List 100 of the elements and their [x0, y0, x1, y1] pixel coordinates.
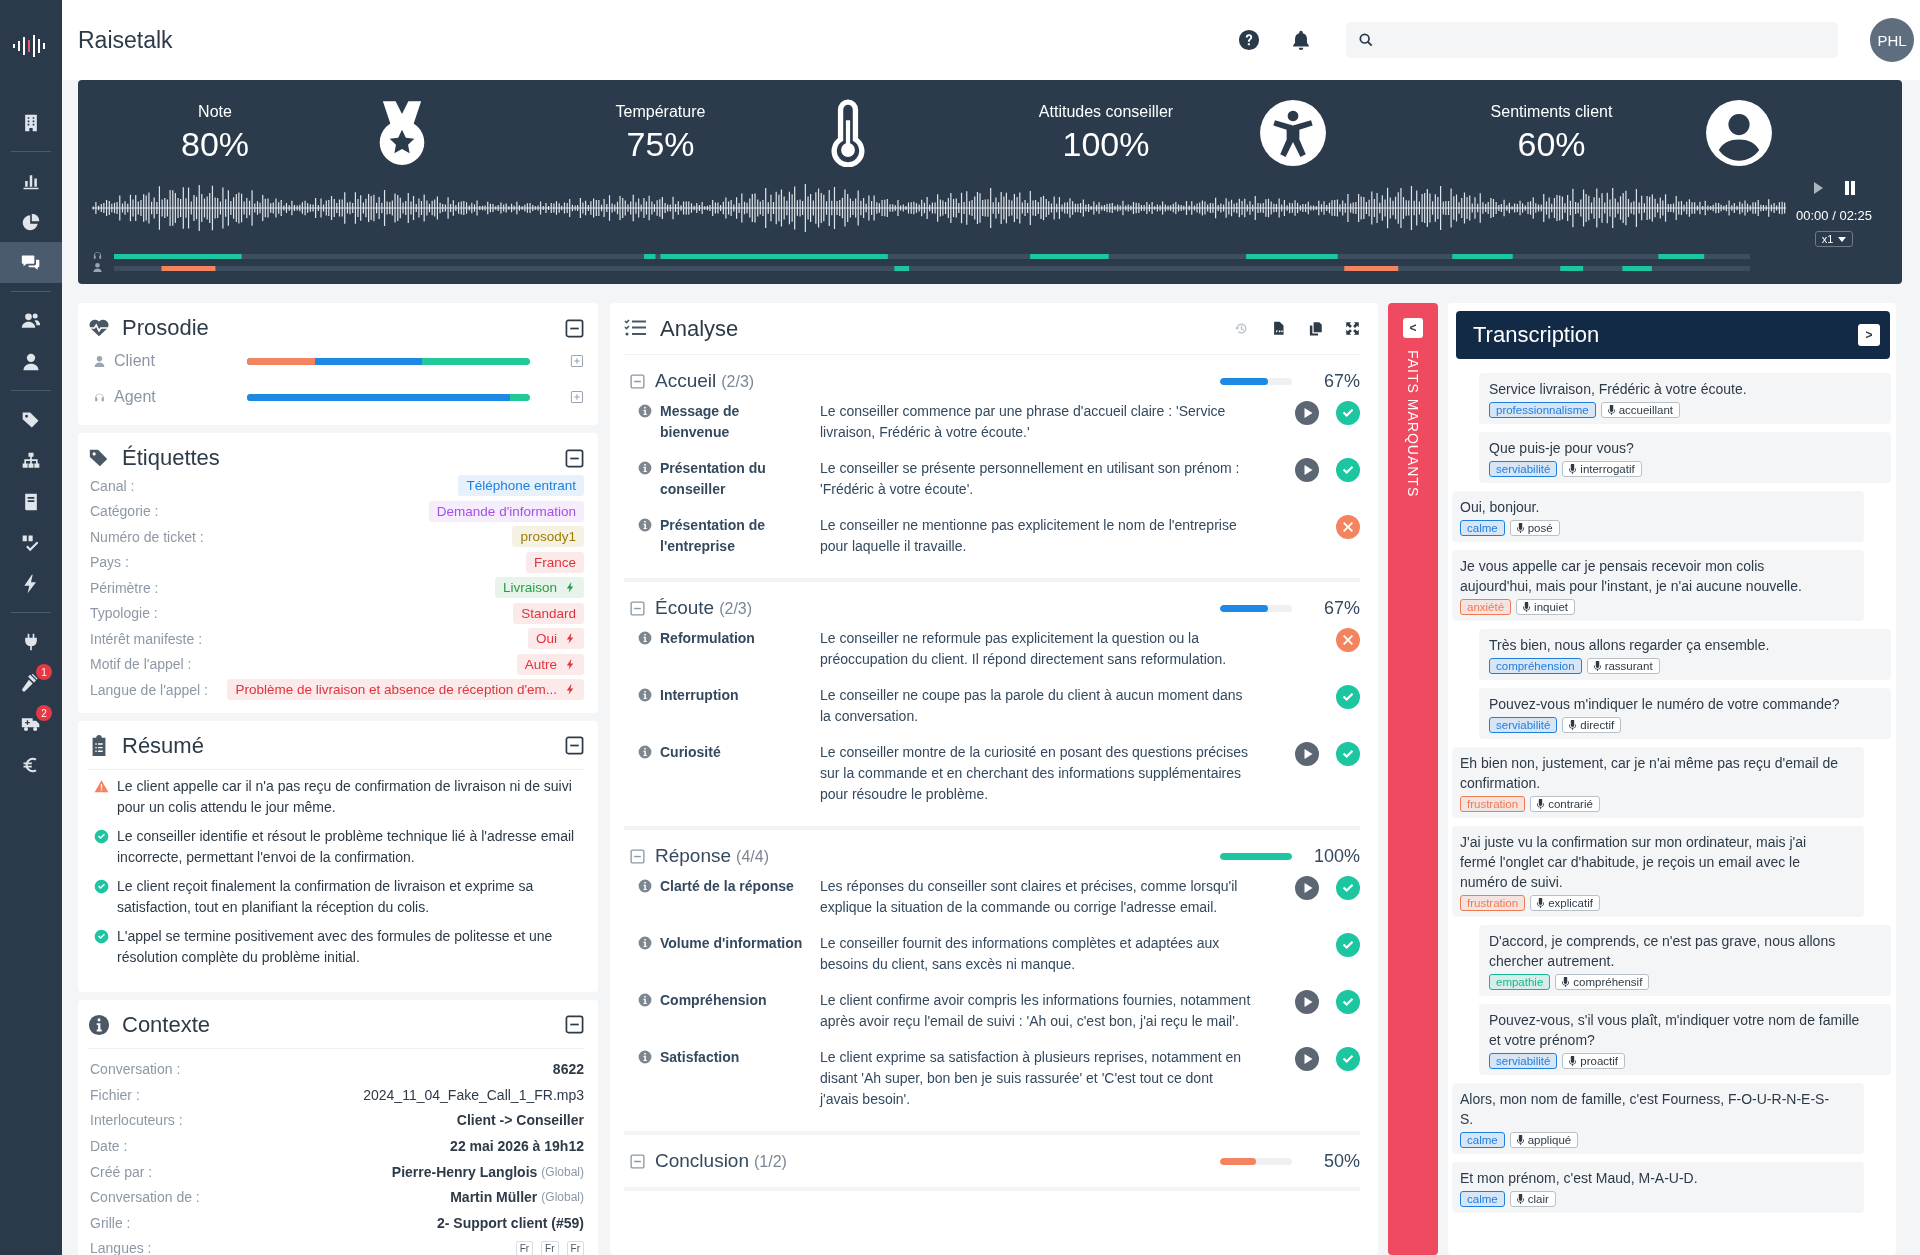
section-percent: 67% [1322, 597, 1360, 619]
message-text: Eh bien non, justement, car je n'ai même pas reçu d'email de confirmation. [1460, 754, 1840, 793]
highlights-label: FAITS MARQUANTS [1405, 350, 1421, 498]
collapse-icon[interactable] [565, 736, 584, 755]
section-title: Réponse [655, 845, 732, 866]
field-label: Date : [90, 1138, 128, 1155]
play-button-icon[interactable] [1295, 876, 1319, 900]
pie-chart-icon [21, 211, 41, 232]
speaker-label: Client [114, 352, 155, 370]
copy-icon[interactable] [1308, 321, 1323, 336]
criterion-description: Le conseiller fournit des informations complètes et adaptées aux besoins du client, sans excès ni manque. [820, 934, 1221, 974]
info-icon[interactable] [638, 631, 652, 645]
play-button-icon[interactable] [1295, 990, 1319, 1014]
criterion-name: Présentation de l'entreprise [660, 516, 767, 556]
message-text: Oui, bonjour. [1460, 498, 1541, 517]
info-icon[interactable] [638, 688, 652, 702]
message-text: Et mon prénom, c'est Maud, M-A-U-D. [1460, 1169, 1699, 1188]
section-title: Conclusion [655, 1150, 749, 1171]
notification-badge: 2 [36, 705, 52, 721]
collapse-icon[interactable] [565, 1015, 584, 1034]
field-value: 22 mai 2026 à 19h12 [450, 1138, 584, 1155]
criterion-name: Clarté de la réponse [660, 877, 794, 896]
field-label: Pays : [90, 554, 129, 571]
info-icon[interactable] [638, 936, 652, 950]
speed-dropdown[interactable]: x1 [1814, 231, 1854, 247]
summary-text: Le client appelle car il n'a pas reçu de confirmation de livraison ni de suivi pour un colis attendu le jour même. [117, 776, 573, 817]
collapse-button[interactable]: < [1403, 318, 1423, 338]
play-button-icon[interactable] [1295, 401, 1319, 425]
section-percent: 67% [1322, 370, 1360, 392]
message-text: Service livraison, Frédéric à votre écoute. [1489, 380, 1748, 399]
pdf-file-icon[interactable] [1271, 321, 1286, 336]
highlights-panel[interactable]: < FAITS MARQUANTS [1388, 303, 1438, 1255]
tag-chip: Téléphone entrant [458, 475, 584, 497]
tag-chip: France [525, 551, 584, 573]
microphone-icon [1535, 897, 1547, 909]
search-field[interactable] [1346, 22, 1838, 58]
tag-chip: Oui [528, 628, 584, 650]
help-icon[interactable] [1238, 29, 1260, 51]
tag-chip: Demande d'information [428, 500, 584, 522]
card-title: Étiquettes [122, 445, 220, 471]
emotion-tag: serviabilité [1489, 461, 1558, 477]
field-label: Conversation de : [90, 1189, 200, 1206]
expand-button[interactable]: > [1858, 324, 1880, 346]
info-icon[interactable] [638, 461, 652, 475]
play-button-icon[interactable] [1295, 1047, 1319, 1071]
card-title: Prosodie [122, 315, 209, 341]
tag-chip: prosody1 [512, 526, 584, 548]
emotion-tag: empathie [1489, 974, 1551, 990]
card-title: Transcription [1473, 322, 1600, 348]
user-avatar[interactable]: PHL [1870, 18, 1914, 62]
playback-time: 00:00 / 02:25 [1796, 208, 1872, 223]
section-score: (2/3) [721, 373, 755, 390]
section-percent: 100% [1312, 845, 1360, 867]
stat-label: Température [614, 102, 707, 121]
play-button-icon[interactable] [1295, 458, 1319, 482]
caret-icon [1838, 236, 1847, 242]
info-icon[interactable] [638, 993, 652, 1007]
criterion-description: Le client exprime sa satisfaction à plusieurs reprises, notamment en disant 'Ah super, bon ben je suis rassurée' et 'C'est tout ce dont j'avais besoin'. [820, 1048, 1242, 1109]
language-badge: Fr [566, 1240, 584, 1255]
tone-tag: appliqué [1509, 1132, 1579, 1148]
user-icon [93, 354, 106, 368]
microphone-icon [1591, 660, 1603, 672]
language-badge: Fr [541, 1240, 559, 1255]
emotion-tag: frustration [1460, 796, 1526, 812]
emotion-tag: calme [1460, 1191, 1505, 1207]
criterion-description: Les réponses du conseiller sont claires et précises, comme lorsqu'il explique la situation de la commande ou corrige l'adresse email. [820, 877, 1239, 917]
info-icon[interactable] [638, 745, 652, 759]
bell-icon[interactable] [1290, 29, 1312, 51]
expand-arrows-icon[interactable] [1345, 321, 1360, 336]
play-button-icon[interactable] [1295, 742, 1319, 766]
sitemap-icon [21, 450, 41, 471]
summary-text: Le client reçoit finalement la confirmation de livraison et exprime sa satisfaction, tout en planifiant la réception du colis. [117, 876, 535, 917]
sidebar-item[interactable] [0, 242, 62, 283]
heartbeat-icon [88, 317, 110, 339]
microphone-icon [1514, 522, 1526, 534]
card-title: Contexte [122, 1011, 211, 1038]
collapse-icon[interactable] [565, 448, 584, 468]
summary-text: L'appel se termine positivement avec des formules de politesse et une résolution complète du problème initial. [117, 926, 554, 967]
sidebar-item[interactable]: 1 [0, 662, 62, 703]
message-text: D'accord, je comprends, ce n'est pas grave, nous allons chercher autrement. [1489, 932, 1837, 971]
tag-icon [88, 447, 110, 469]
info-icon[interactable] [638, 404, 652, 418]
message-text: Pouvez-vous m'indiquer le numéro de votre commande? [1489, 695, 1841, 714]
field-label: Langue de l'appel : [90, 681, 208, 698]
info-icon[interactable] [638, 1050, 652, 1064]
field-label: Intérêt manifeste : [90, 630, 203, 647]
stat-value: 80% [179, 124, 251, 164]
sidebar-item[interactable]: 2 [0, 703, 62, 744]
tone-tag: interrogatif [1562, 461, 1642, 477]
emotion-tag: professionnalisme [1489, 402, 1596, 418]
pause-icon[interactable] [1842, 180, 1858, 196]
info-icon[interactable] [638, 518, 652, 532]
collapse-icon[interactable] [565, 318, 584, 338]
tone-tag: accueillant [1600, 402, 1681, 418]
emotion-tag: anxiété [1460, 599, 1512, 615]
microphone-icon [1567, 1055, 1579, 1067]
section-title: Accueil [655, 370, 717, 391]
message-text: J'ai juste vu la confirmation sur mon ordinateur, mais j'ai fermé l'onglet car d'habitude, je reçois un email avec le numéro de suivi. [1460, 833, 1808, 892]
info-icon[interactable] [638, 879, 652, 893]
field-label: Créé par : [90, 1163, 153, 1180]
